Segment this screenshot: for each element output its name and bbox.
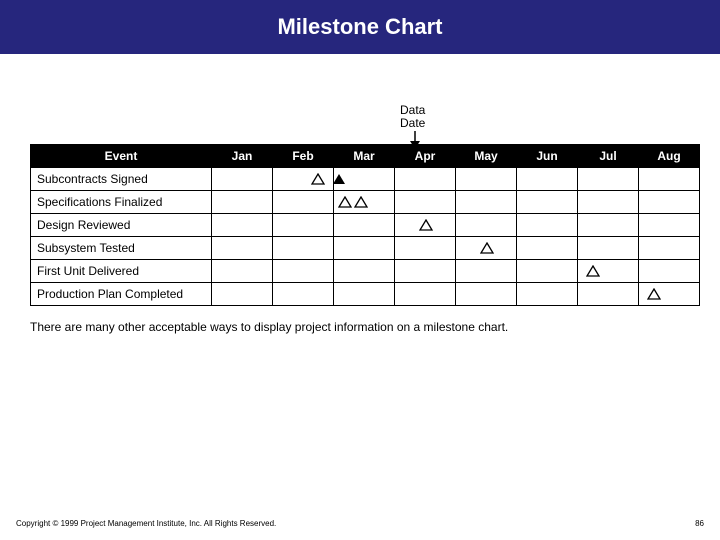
col-jan: Jan xyxy=(212,145,273,168)
triangle-open-icon xyxy=(338,196,352,208)
table-row: Subcontracts Signed xyxy=(31,168,700,191)
triangle-open-icon xyxy=(419,219,433,231)
copyright-text: Copyright © 1999 Project Management Inst… xyxy=(16,519,276,528)
col-aug: Aug xyxy=(639,145,700,168)
event-cell: Design Reviewed xyxy=(31,214,212,237)
triangle-filled-icon xyxy=(332,173,346,185)
triangle-open-icon xyxy=(480,242,494,254)
col-jul: Jul xyxy=(578,145,639,168)
event-cell: Specifications Finalized xyxy=(31,191,212,214)
triangle-open-icon xyxy=(354,196,368,208)
col-feb: Feb xyxy=(273,145,334,168)
event-cell: Subsystem Tested xyxy=(31,237,212,260)
table-row: Design Reviewed xyxy=(31,214,700,237)
table-row: Subsystem Tested xyxy=(31,237,700,260)
triangle-open-icon xyxy=(586,265,600,277)
data-date-indicator: DataDate xyxy=(30,104,690,144)
col-apr: Apr xyxy=(395,145,456,168)
triangle-open-icon xyxy=(311,173,325,185)
page-number: 86 xyxy=(695,519,704,528)
event-cell: Production Plan Completed xyxy=(31,283,212,306)
data-date-label: DataDate xyxy=(400,104,425,130)
content-area: DataDate Event Jan Feb Mar Apr May Jun J… xyxy=(0,54,720,334)
footer: Copyright © 1999 Project Management Inst… xyxy=(16,519,704,528)
col-event: Event xyxy=(31,145,212,168)
col-jun: Jun xyxy=(517,145,578,168)
table-row: Specifications Finalized xyxy=(31,191,700,214)
milestone-table: Event Jan Feb Mar Apr May Jun Jul Aug Su… xyxy=(30,144,700,306)
event-cell: Subcontracts Signed xyxy=(31,168,212,191)
caption-text: There are many other acceptable ways to … xyxy=(30,320,690,334)
triangle-open-icon xyxy=(647,288,661,300)
col-may: May xyxy=(456,145,517,168)
table-row: Production Plan Completed xyxy=(31,283,700,306)
title-banner: Milestone Chart xyxy=(0,0,720,54)
table-header-row: Event Jan Feb Mar Apr May Jun Jul Aug xyxy=(31,145,700,168)
table-row: First Unit Delivered xyxy=(31,260,700,283)
event-cell: First Unit Delivered xyxy=(31,260,212,283)
page-title: Milestone Chart xyxy=(277,14,442,40)
col-mar: Mar xyxy=(334,145,395,168)
down-arrow-icon xyxy=(410,131,420,149)
